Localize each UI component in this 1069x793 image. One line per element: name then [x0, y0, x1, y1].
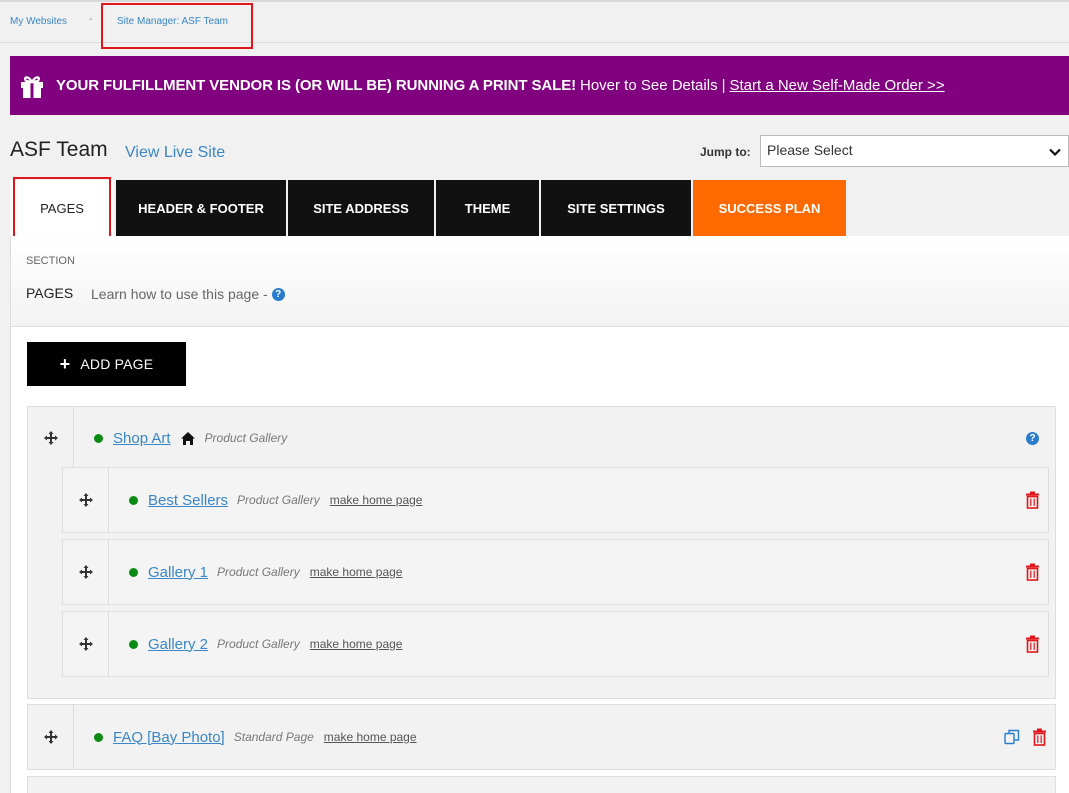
print-sale-banner[interactable]: YOUR FULFILLMENT VENDOR IS (OR WILL BE) … [10, 56, 1069, 115]
highlight-box-breadcrumb [101, 3, 253, 49]
row-actions [1025, 468, 1040, 532]
page-row-faq: FAQ [Bay Photo] Standard Page make home … [94, 705, 417, 769]
tab-site-settings[interactable]: SITE SETTINGS [541, 180, 691, 236]
pages-content: + ADD PAGE Shop Art Product Gallery ? Be… [10, 327, 1069, 793]
page-row: Gallery 2 Product Gallery make home page [62, 611, 1049, 677]
page-group-faq: FAQ [Bay Photo] Standard Page make home … [27, 704, 1056, 770]
chevron-down-icon [1049, 148, 1061, 157]
banner-divider: | [721, 77, 726, 94]
page-link-faq[interactable]: FAQ [Bay Photo] [113, 729, 225, 746]
page-type: Product Gallery [237, 493, 320, 507]
section-header: SECTION PAGES Learn how to use this page… [10, 236, 1069, 327]
trash-icon[interactable] [1032, 728, 1047, 746]
make-home-page-link[interactable]: make home page [310, 565, 403, 579]
tab-theme[interactable]: THEME [436, 180, 539, 236]
home-icon [180, 431, 195, 445]
add-page-button[interactable]: + ADD PAGE [27, 342, 186, 386]
view-live-site-link[interactable]: View Live Site [125, 144, 225, 162]
status-active-dot [129, 639, 138, 649]
trash-icon[interactable] [1025, 491, 1040, 509]
section-name: PAGES [26, 285, 74, 301]
page-type: Product Gallery [204, 431, 288, 445]
page-row: Best Sellers Product Gallery make home p… [62, 467, 1049, 533]
new-self-made-order-link[interactable]: Start a New Self-Made Order >> [729, 77, 944, 94]
make-home-page-link[interactable]: make home page [310, 637, 403, 651]
section-help[interactable]: Learn how to use this page - ? [91, 286, 285, 302]
site-title: ASF Team [10, 138, 108, 161]
row-actions [1025, 612, 1040, 676]
make-home-page-link[interactable]: make home page [324, 730, 417, 744]
jump-to-selected-value: Please Select [767, 142, 853, 158]
page-row-content: Gallery 2 Product Gallery make home page [129, 612, 402, 676]
row-actions: ? [1022, 407, 1039, 469]
status-active-dot [94, 433, 103, 443]
page-row-shop-art: Shop Art Product Gallery [94, 407, 297, 469]
drag-handle[interactable] [63, 612, 109, 676]
page-group-shop-art: Shop Art Product Gallery ? Best Sellers … [27, 406, 1056, 699]
help-icon[interactable]: ? [271, 287, 285, 301]
page-link-gallery-2[interactable]: Gallery 2 [148, 636, 208, 653]
site-manager-tabs: PAGES HEADER & FOOTER SITE ADDRESS THEME… [10, 180, 848, 236]
breadcrumb-separator: - [89, 14, 93, 25]
page-link-gallery-1[interactable]: Gallery 1 [148, 564, 208, 581]
add-page-label: ADD PAGE [80, 356, 154, 372]
move-icon [78, 637, 93, 651]
move-icon [78, 565, 93, 579]
drag-handle[interactable] [63, 540, 109, 604]
tab-site-address[interactable]: SITE ADDRESS [288, 180, 434, 236]
jump-to-label: Jump to: [700, 145, 751, 159]
move-icon [43, 730, 58, 744]
drag-handle[interactable] [28, 705, 74, 769]
help-icon[interactable]: ? [1026, 431, 1039, 445]
row-actions [1025, 540, 1040, 604]
trash-icon[interactable] [1025, 563, 1040, 581]
tab-success-plan[interactable]: SUCCESS PLAN [693, 180, 846, 236]
move-icon [78, 493, 93, 507]
page-type: Standard Page [233, 730, 314, 744]
banner-headline: YOUR FULFILLMENT VENDOR IS (OR WILL BE) … [56, 77, 576, 94]
drag-handle[interactable] [28, 407, 74, 469]
page-row-content: Best Sellers Product Gallery make home p… [129, 468, 422, 532]
trash-icon[interactable] [1025, 635, 1040, 653]
drag-handle[interactable] [63, 468, 109, 532]
status-active-dot [129, 567, 138, 577]
tab-header-footer[interactable]: HEADER & FOOTER [116, 180, 286, 236]
page-group-next [27, 776, 1056, 793]
page-row-content: Gallery 1 Product Gallery make home page [129, 540, 402, 604]
banner-hover-text: Hover to See Details [580, 77, 718, 94]
page-link-shop-art[interactable]: Shop Art [113, 430, 171, 447]
status-active-dot [129, 495, 138, 505]
status-active-dot [94, 732, 103, 742]
section-help-text: Learn how to use this page - [91, 286, 268, 302]
move-icon [43, 431, 58, 445]
plus-icon: + [59, 354, 71, 374]
page-type: Product Gallery [217, 637, 300, 651]
row-actions [1004, 705, 1047, 769]
gift-icon [21, 75, 43, 98]
page-row: Gallery 1 Product Gallery make home page [62, 539, 1049, 605]
highlight-box-pages-tab [13, 177, 111, 242]
make-home-page-link[interactable]: make home page [330, 493, 423, 507]
section-label: SECTION [26, 255, 75, 267]
breadcrumb-my-websites[interactable]: My Websites [10, 16, 67, 27]
page-type: Product Gallery [217, 565, 300, 579]
copy-icon[interactable] [1004, 729, 1020, 745]
jump-to-select[interactable]: Please Select [760, 135, 1069, 167]
page-link-best-sellers[interactable]: Best Sellers [148, 492, 228, 509]
